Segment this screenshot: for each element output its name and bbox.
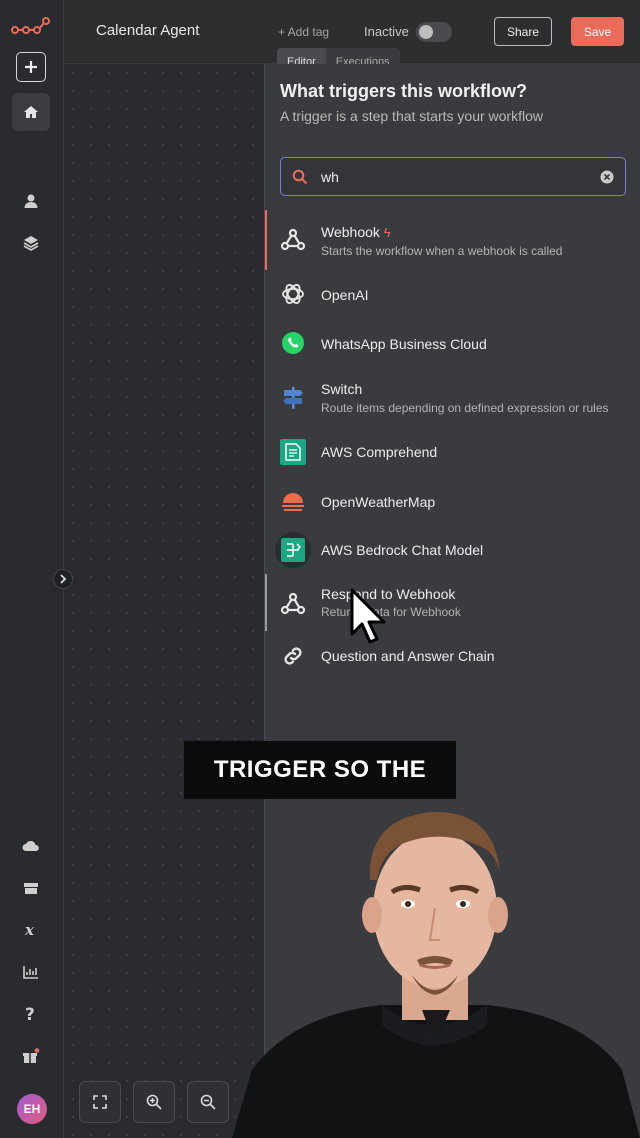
- whatsapp-icon: [279, 329, 307, 357]
- svg-text:x: x: [24, 922, 35, 938]
- active-status-label: Inactive: [364, 24, 409, 39]
- logo-icon[interactable]: [10, 14, 52, 40]
- zoom-out-button[interactable]: [187, 1081, 229, 1123]
- left-sidebar: x ? EH: [0, 0, 64, 1138]
- link-chain-icon: [279, 642, 307, 670]
- top-header: Calendar Agent + Add tag Inactive Share …: [64, 0, 640, 64]
- expand-sidebar-button[interactable]: [53, 569, 73, 589]
- item-name: Question and Answer Chain: [321, 648, 495, 664]
- item-name: AWS Bedrock Chat Model: [321, 542, 484, 558]
- selected-indicator: [265, 210, 267, 270]
- item-name: OpenAI: [321, 287, 369, 303]
- trigger-bolt-icon: ϟ: [383, 225, 391, 240]
- video-caption: TRIGGER SO THE: [184, 741, 456, 799]
- panel-title: What triggers this workflow?: [280, 81, 528, 101]
- search-icon: [292, 169, 308, 185]
- list-item-openai[interactable]: OpenAI: [265, 270, 640, 320]
- add-tag-link[interactable]: + Add tag: [278, 25, 329, 39]
- layers-icon[interactable]: [18, 230, 44, 256]
- list-item-switch[interactable]: Switch Route items depending on defined …: [265, 368, 640, 428]
- list-item-aws-bedrock[interactable]: AWS Bedrock Chat Model: [265, 526, 640, 574]
- zoom-in-button[interactable]: [133, 1081, 175, 1123]
- openweathermap-icon: [279, 487, 307, 515]
- chevron-right-icon: [60, 574, 67, 584]
- item-name: OpenWeatherMap: [321, 494, 436, 510]
- user-icon[interactable]: [18, 188, 44, 214]
- plus-icon: [25, 61, 37, 73]
- switch-signpost-icon: [279, 384, 307, 412]
- list-item-openweathermap[interactable]: OpenWeatherMap: [265, 478, 640, 526]
- home-button[interactable]: [12, 93, 50, 131]
- presenter-webcam-image: [232, 811, 640, 1138]
- list-item-aws-comprehend[interactable]: AWS Comprehend: [265, 428, 640, 478]
- aws-comprehend-icon: [279, 438, 307, 466]
- cloud-icon[interactable]: [18, 833, 44, 859]
- variables-icon[interactable]: x: [18, 917, 44, 943]
- openai-icon: [279, 280, 307, 308]
- zoom-out-icon: [200, 1094, 216, 1110]
- home-icon: [24, 106, 38, 118]
- zoom-in-icon: [146, 1094, 162, 1110]
- view-tabs: Editor Executions: [277, 48, 400, 64]
- help-icon[interactable]: ?: [18, 1001, 44, 1027]
- tab-executions[interactable]: Executions: [326, 48, 400, 64]
- search-input[interactable]: [321, 167, 591, 187]
- list-item-qa-chain[interactable]: Question and Answer Chain: [265, 634, 640, 684]
- fit-view-button[interactable]: [79, 1081, 121, 1123]
- item-description: Route items depending on defined express…: [321, 401, 609, 415]
- panel-subtitle: A trigger is a step that starts your wor…: [280, 108, 543, 124]
- gift-icon[interactable]: [18, 1043, 44, 1069]
- tab-editor[interactable]: Editor: [277, 48, 326, 64]
- item-name: WhatsApp Business Cloud: [321, 336, 487, 352]
- avatar[interactable]: EH: [17, 1094, 47, 1124]
- active-toggle[interactable]: [416, 22, 452, 42]
- item-name: Webhook ϟ: [321, 224, 391, 240]
- share-button[interactable]: Share: [494, 17, 552, 46]
- add-workflow-button[interactable]: [16, 52, 46, 82]
- box-icon[interactable]: [18, 875, 44, 901]
- fit-view-icon: [93, 1095, 107, 1109]
- canvas-controls: [79, 1081, 229, 1123]
- item-description: Starts the workflow when a webhook is ca…: [321, 244, 563, 258]
- workflow-title[interactable]: Calendar Agent: [96, 22, 199, 39]
- webhook-icon: [279, 226, 307, 254]
- mouse-cursor-icon: [350, 588, 386, 644]
- list-item-webhook[interactable]: Webhook ϟ Starts the workflow when a web…: [265, 210, 640, 270]
- chart-icon[interactable]: [18, 959, 44, 985]
- save-button[interactable]: Save: [571, 17, 624, 46]
- list-item-respond-to-webhook[interactable]: Respond to Webhook Returns data for Webh…: [265, 574, 640, 634]
- item-name: AWS Comprehend: [321, 444, 438, 460]
- svg-text:?: ?: [25, 1005, 35, 1023]
- search-box: [280, 157, 626, 196]
- list-item-whatsapp[interactable]: WhatsApp Business Cloud: [265, 320, 640, 368]
- toggle-knob: [419, 25, 433, 39]
- hover-indicator: [265, 574, 267, 631]
- clear-search-icon[interactable]: [600, 170, 614, 184]
- item-description: Returns data for Webhook: [321, 605, 461, 619]
- aws-bedrock-icon: [275, 532, 311, 568]
- webhook-icon: [279, 590, 307, 618]
- item-name: Switch: [321, 381, 363, 397]
